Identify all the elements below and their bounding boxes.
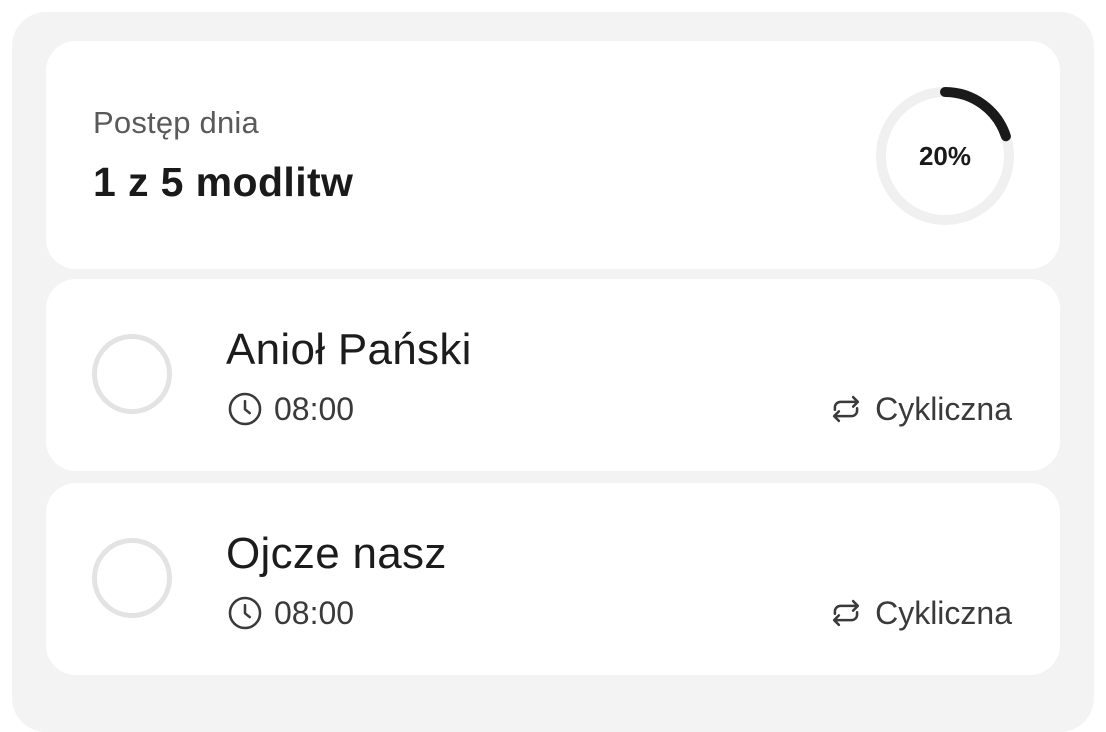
prayer-recurrence: Cykliczna [827,391,1012,427]
repeat-icon [832,395,860,423]
prayer-recurrence-label: Cykliczna [875,390,1012,427]
prayer-item[interactable]: Anioł Pański 08:00 Cykliczna [46,279,1060,471]
prayer-item[interactable]: Ojcze nasz 08:00 Cykliczna [46,483,1060,675]
prayer-checkbox[interactable] [92,334,172,414]
repeat-icon [832,599,860,627]
prayer-recurrence: Cykliczna [827,595,1012,631]
prayer-time: 08:00 [226,595,354,631]
progress-count: 1 z 5 modlitw [93,159,354,205]
progress-percent: 20% [918,140,972,171]
prayer-time: 08:00 [226,391,354,427]
daily-progress-card: Postęp dnia 1 z 5 modlitw 20% [46,41,1060,269]
prayer-title: Anioł Pański [226,325,472,374]
clock-icon [228,596,262,630]
prayer-checkbox[interactable] [92,538,172,618]
prayer-title: Ojcze nasz [226,529,447,578]
prayer-time-value: 08:00 [274,594,355,631]
progress-ring: 20% [874,85,1016,227]
clock-icon [228,392,262,426]
prayer-time-value: 08:00 [274,390,355,427]
progress-caption: Postęp dnia [93,105,259,140]
prayer-recurrence-label: Cykliczna [875,594,1012,631]
